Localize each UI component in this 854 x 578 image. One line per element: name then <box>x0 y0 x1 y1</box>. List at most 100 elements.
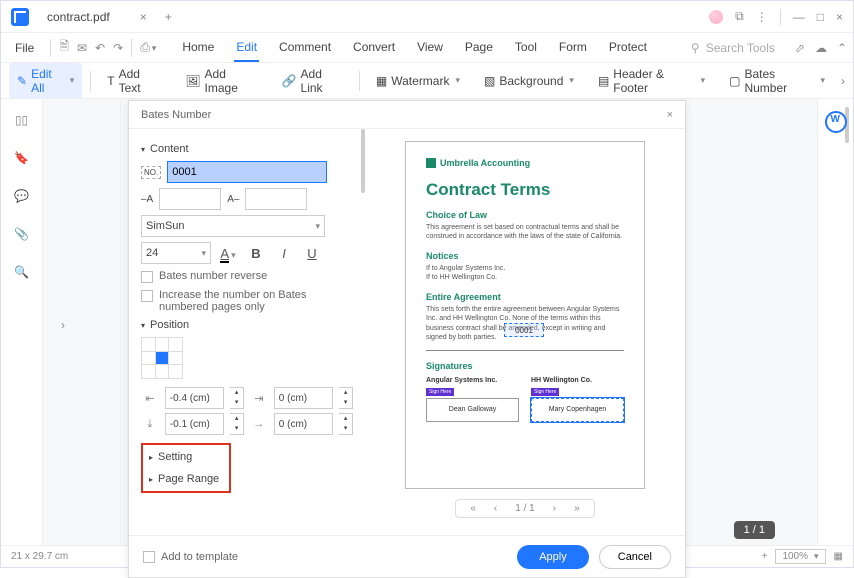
tab-convert[interactable]: Convert <box>351 34 397 62</box>
add-to-template-checkbox[interactable]: Add to template <box>143 550 238 563</box>
nav-prev-icon[interactable]: ‹ <box>494 503 497 514</box>
share-icon[interactable]: ⧉ <box>735 9 744 24</box>
add-image-button[interactable]: 🖼 Add Image <box>177 63 265 99</box>
chevron-down-icon: ▾ <box>70 75 75 86</box>
apply-button[interactable]: Apply <box>517 545 589 569</box>
undo-icon[interactable]: ↶ <box>95 41 105 55</box>
document-tab[interactable]: contract.pdf × <box>37 4 157 30</box>
cloud-icon[interactable]: ☁ <box>815 41 827 55</box>
setting-section-header[interactable]: ▸ Setting <box>149 451 223 463</box>
pos-bl[interactable] <box>142 365 155 378</box>
scrollbar[interactable] <box>361 129 365 193</box>
save-icon[interactable]: 🗎 <box>59 37 69 58</box>
menu-bar: File 🗎 ✉ ↶ ↷ ⎙▾ Home Edit Comment Conver… <box>1 33 853 63</box>
pos-mc[interactable] <box>156 352 169 365</box>
tab-view[interactable]: View <box>415 34 445 62</box>
chevron-down-icon: ▾ <box>455 75 460 86</box>
increase-only-checkbox[interactable]: Increase the number on Bates numbered pa… <box>141 289 353 313</box>
tab-form[interactable]: Form <box>557 34 589 62</box>
collapse-icon[interactable]: ⌃ <box>837 41 847 55</box>
redo-icon[interactable]: ↷ <box>113 41 123 55</box>
zoom-select[interactable]: 100% ▾ <box>775 549 825 564</box>
add-link-button[interactable]: 🔗 Add Link <box>274 63 351 99</box>
offset-x-row: ⇤ -0.4 (cm) ⇥ 0 (cm) <box>141 387 353 409</box>
tab-comment[interactable]: Comment <box>277 34 333 62</box>
font-color-button[interactable]: A▾ <box>217 242 239 264</box>
search-panel-icon[interactable]: 🔍 <box>14 265 29 279</box>
position-section-header[interactable]: ▾ Position <box>141 319 353 331</box>
bates-reverse-checkbox[interactable]: Bates number reverse <box>141 270 353 283</box>
underline-button[interactable]: U <box>301 242 323 264</box>
tab-protect[interactable]: Protect <box>607 34 649 62</box>
bates-number-button[interactable]: ▢ Bates Number ▾ <box>721 63 833 99</box>
offset-x2-input[interactable]: 0 (cm) <box>274 387 333 409</box>
spinner[interactable] <box>230 387 244 409</box>
cancel-button[interactable]: Cancel <box>599 545 671 569</box>
pos-mr[interactable] <box>169 352 182 365</box>
print-icon[interactable]: ⎙▾ <box>140 40 156 55</box>
minimize-button[interactable]: ― <box>793 10 805 24</box>
offset-x-input[interactable]: -0.4 (cm) <box>165 387 224 409</box>
bold-button[interactable]: B <box>245 242 267 264</box>
dialog-close-button[interactable]: × <box>667 109 673 121</box>
pos-bc[interactable] <box>156 365 169 378</box>
tab-home[interactable]: Home <box>180 34 216 62</box>
add-text-button[interactable]: T Add Text <box>99 63 169 99</box>
attachment-icon[interactable]: 📎 <box>14 227 29 241</box>
word-export-icon[interactable] <box>825 111 847 133</box>
add-image-label: Add Image <box>205 67 258 95</box>
edit-all-button[interactable]: ✎ Edit All ▾ <box>9 63 82 99</box>
watermark-button[interactable]: ▦ Watermark ▾ <box>368 70 468 92</box>
account-icon[interactable] <box>709 10 723 24</box>
new-tab-button[interactable]: + <box>165 10 172 24</box>
fit-page-icon[interactable]: ▦ <box>834 551 843 562</box>
toolbar-overflow-icon[interactable]: › <box>841 74 845 88</box>
font-size-select[interactable]: 24 ▾ <box>141 242 211 264</box>
spinner[interactable] <box>230 413 244 435</box>
workspace: ▯▯ 🔖 💬 📎 🔍 › Bates Number × ▾ Content <box>1 99 853 545</box>
prefix-input[interactable] <box>159 188 221 210</box>
expand-panel-icon[interactable]: › <box>61 318 65 332</box>
pos-tr[interactable] <box>169 338 182 351</box>
open-icon[interactable]: ⬀ <box>795 41 805 55</box>
offset-y-input[interactable]: -0.1 (cm) <box>165 413 224 435</box>
prefix-icon: –A <box>141 194 153 205</box>
thumbnails-icon[interactable]: ▯▯ <box>15 113 28 127</box>
suffix-input[interactable] <box>245 188 307 210</box>
bates-reverse-label: Bates number reverse <box>159 270 267 282</box>
background-button[interactable]: ▧ Background ▾ <box>476 70 582 92</box>
file-menu[interactable]: File <box>7 39 42 57</box>
bates-preview-box[interactable]: 0001 <box>504 323 544 337</box>
preview-title: Contract Terms <box>426 180 624 200</box>
nav-last-icon[interactable]: » <box>574 503 580 514</box>
tab-edit[interactable]: Edit <box>234 34 259 62</box>
maximize-button[interactable]: □ <box>817 10 824 24</box>
expand-icon: ▸ <box>149 453 153 462</box>
close-window-button[interactable]: × <box>836 10 843 24</box>
spinner[interactable] <box>339 387 353 409</box>
nav-next-icon[interactable]: › <box>553 503 556 514</box>
pos-br[interactable] <box>169 365 182 378</box>
tab-tool[interactable]: Tool <box>513 34 539 62</box>
spinner[interactable] <box>339 413 353 435</box>
bookmark-icon[interactable]: 🔖 <box>14 151 29 165</box>
pos-ml[interactable] <box>142 352 155 365</box>
pos-tc[interactable] <box>156 338 169 351</box>
content-section-header[interactable]: ▾ Content <box>141 143 353 155</box>
font-select[interactable]: SimSun ▾ <box>141 215 325 237</box>
zoom-out-button[interactable]: + <box>762 551 768 562</box>
tab-page[interactable]: Page <box>463 34 495 62</box>
page-range-section-header[interactable]: ▸ Page Range <box>149 473 223 485</box>
header-footer-button[interactable]: ▤ Header & Footer ▾ <box>590 63 713 99</box>
mail-icon[interactable]: ✉ <box>77 41 87 55</box>
start-number-input[interactable] <box>167 161 327 183</box>
nav-first-icon[interactable]: « <box>470 503 476 514</box>
more-icon[interactable]: ⋮ <box>756 10 768 24</box>
text-icon: T <box>107 74 114 88</box>
comment-panel-icon[interactable]: 💬 <box>14 189 29 203</box>
offset-y2-input[interactable]: 0 (cm) <box>274 413 333 435</box>
pos-tl[interactable] <box>142 338 155 351</box>
italic-button[interactable]: I <box>273 242 295 264</box>
search-tools[interactable]: ⚲ Search Tools <box>691 41 775 55</box>
close-tab-icon[interactable]: × <box>140 10 147 24</box>
